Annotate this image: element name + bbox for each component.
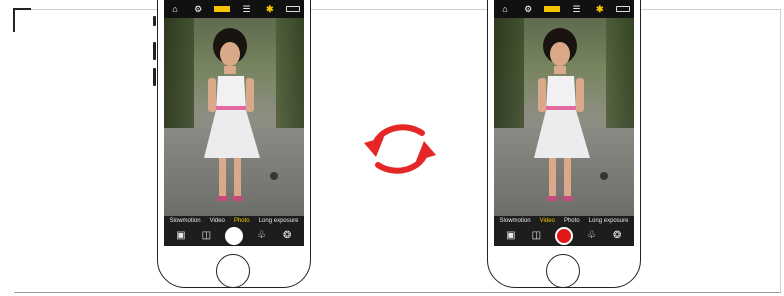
mode-video[interactable]: Video: [210, 218, 225, 224]
swap-arrows-icon: [364, 124, 436, 174]
sliders-icon[interactable]: ☰: [570, 3, 584, 15]
bluetooth-icon[interactable]: ✱: [593, 3, 607, 15]
home-button[interactable]: [546, 254, 580, 288]
mode-slowmotion[interactable]: Slowmotion: [500, 218, 531, 224]
mode-photo[interactable]: Photo: [564, 218, 580, 224]
mode-long-exposure[interactable]: Long exposure: [589, 218, 629, 224]
phone-right: ⌂ ⚙ ☰ ✱ Slowmotion Video Photo Long expo…: [487, 0, 641, 296]
settings-dial-icon[interactable]: ❂: [280, 229, 294, 243]
gear-icon[interactable]: ⚙: [521, 3, 535, 15]
camera-controls: ▣ ◫ ♧ ❂: [494, 226, 634, 246]
settings-dial-icon[interactable]: ❂: [610, 229, 624, 243]
camera-preview: [494, 18, 634, 216]
girl-photo: [204, 28, 278, 201]
yellow-bar-icon[interactable]: [214, 6, 231, 12]
side-button-mute: [153, 16, 156, 26]
status-bar: ⌂ ⚙ ☰ ✱: [164, 0, 304, 18]
side-button-volume-down: [153, 68, 156, 86]
camera-controls: ▣ ◫ ♧ ❂: [164, 226, 304, 246]
home-icon[interactable]: ⌂: [168, 3, 182, 15]
record-button[interactable]: [554, 227, 573, 245]
mode-strip: Slowmotion Video Photo Long exposure: [164, 216, 304, 226]
filter-icon[interactable]: ♧: [255, 229, 269, 243]
status-bar: ⌂ ⚙ ☰ ✱: [494, 0, 634, 18]
camera-preview: [164, 18, 304, 216]
side-button-volume-up: [153, 42, 156, 60]
mode-strip: Slowmotion Video Photo Long exposure: [494, 216, 634, 226]
gallery-icon[interactable]: ▣: [174, 229, 188, 243]
mode-slowmotion[interactable]: Slowmotion: [170, 218, 201, 224]
battery-icon: [615, 6, 630, 12]
home-button[interactable]: [216, 254, 250, 288]
camera-screen: ⌂ ⚙ ☰ ✱ Slowmotion Video Photo Long expo…: [494, 0, 634, 246]
girl-photo: [534, 28, 608, 201]
phone-left: ⌂ ⚙ ☰ ✱ Slowmotion Video Photo Long expo…: [153, 0, 311, 296]
sliders-icon[interactable]: ☰: [240, 3, 254, 15]
mode-video[interactable]: Video: [540, 218, 555, 224]
camera-screen: ⌂ ⚙ ☰ ✱ Slowmotion Video Photo Long expo…: [164, 0, 304, 246]
mode-long-exposure[interactable]: Long exposure: [259, 218, 299, 224]
battery-icon: [285, 6, 300, 12]
bluetooth-icon[interactable]: ✱: [263, 3, 277, 15]
gear-icon[interactable]: ⚙: [191, 3, 205, 15]
corner-mark: [13, 8, 31, 32]
switch-camera-icon[interactable]: ◫: [199, 229, 213, 243]
home-icon[interactable]: ⌂: [498, 3, 512, 15]
mode-photo[interactable]: Photo: [234, 218, 250, 224]
yellow-bar-icon[interactable]: [544, 6, 561, 12]
filter-icon[interactable]: ♧: [585, 229, 599, 243]
shutter-button[interactable]: [224, 227, 243, 245]
gallery-icon[interactable]: ▣: [504, 229, 518, 243]
switch-camera-icon[interactable]: ◫: [529, 229, 543, 243]
